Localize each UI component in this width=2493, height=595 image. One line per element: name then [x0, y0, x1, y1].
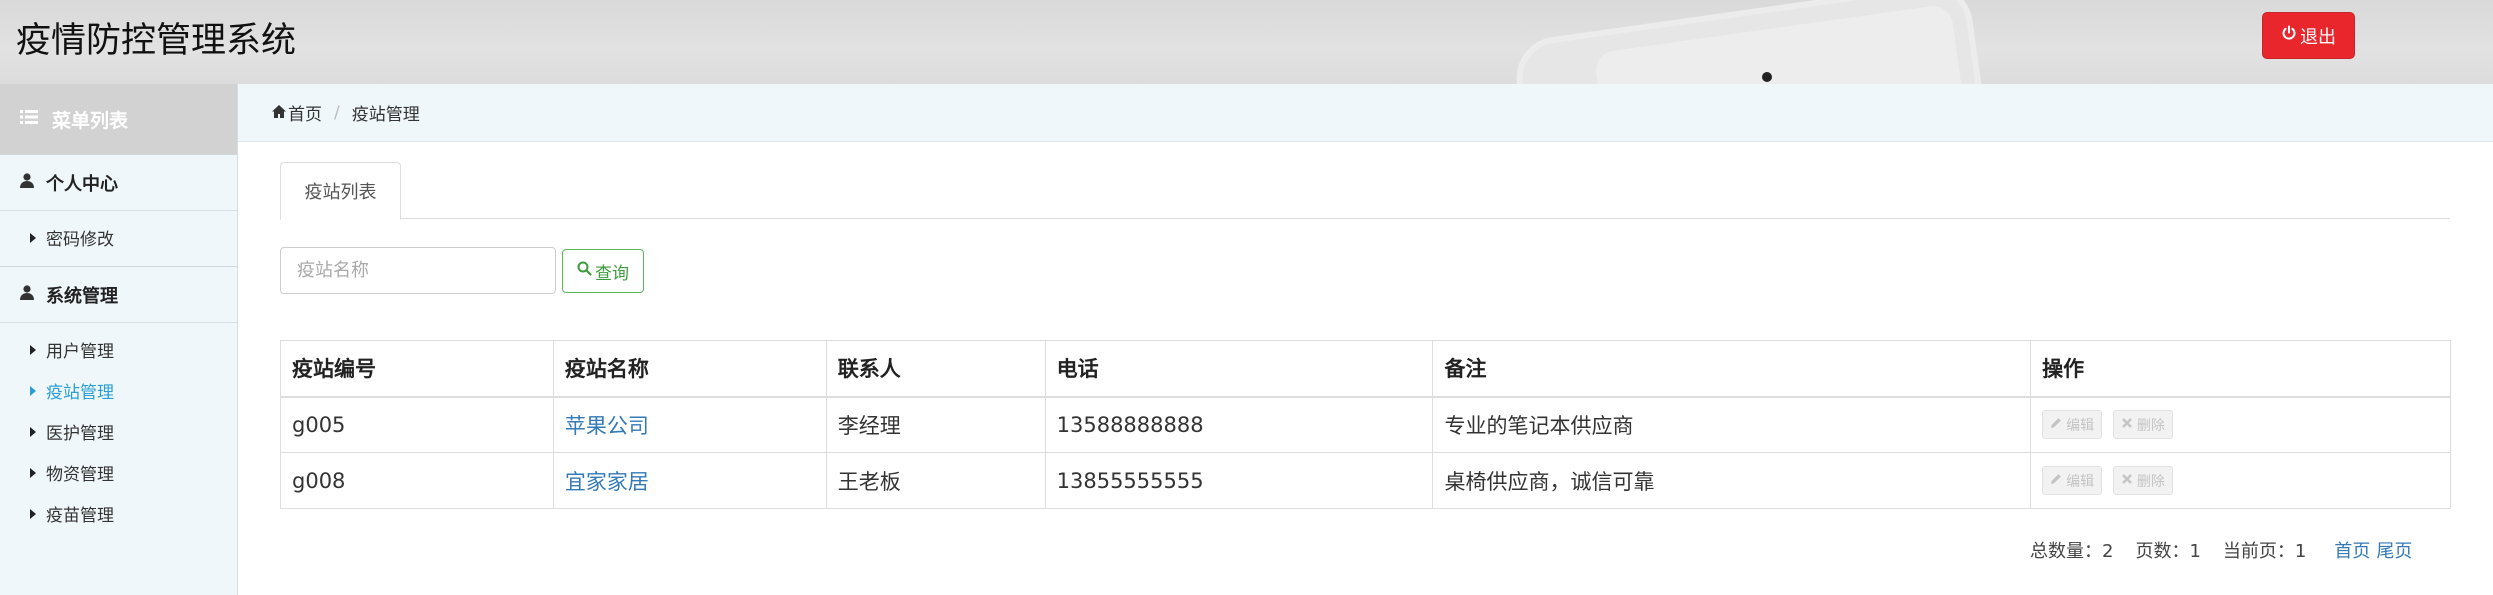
user-icon [20, 172, 34, 193]
sidebar-item-label: 疫站管理 [46, 383, 114, 403]
table-row: g005 苹果公司 李经理 13588888888 专业的笔记本供应商 编辑 删… [280, 396, 2451, 453]
column-header: 疫站编号 [280, 340, 554, 398]
sidebar-title: 菜单列表 [52, 109, 129, 132]
column-header: 联系人 [825, 340, 1046, 398]
caret-right-icon [30, 426, 36, 437]
page-count: 页数：1 [2135, 541, 2201, 562]
caret-right-icon [30, 344, 36, 355]
sidebar-item-stations[interactable]: 疫站管理 [0, 370, 237, 411]
station-id-cell: g008 [280, 452, 554, 509]
breadcrumb-separator: / [334, 102, 340, 123]
top-header: 疫情防控管理系统 退出 [0, 0, 2493, 84]
total-count: 总数量：2 [2030, 541, 2114, 562]
list-icon [20, 108, 38, 130]
power-icon [2281, 25, 2297, 46]
menu-group-label: 个人中心 [46, 173, 118, 195]
sidebar-item-label: 物资管理 [46, 465, 114, 485]
sidebar-item-password[interactable]: 密码修改 [0, 217, 237, 258]
edit-button[interactable]: 编辑 [2042, 410, 2103, 440]
station-name-link[interactable]: 宜家家居 [565, 470, 649, 494]
delete-button[interactable]: 删除 [2112, 410, 2173, 440]
breadcrumb-current: 疫站管理 [351, 105, 420, 125]
home-icon [272, 103, 288, 123]
first-page-link[interactable]: 首页 [2334, 537, 2370, 563]
menu-group-title[interactable]: 个人中心 [0, 155, 237, 211]
edit-button[interactable]: 编辑 [2042, 466, 2103, 495]
caret-right-icon [30, 508, 36, 519]
delete-label: 删除 [2136, 473, 2165, 490]
caret-right-icon [30, 467, 36, 478]
sidebar-header: 菜单列表 [0, 84, 237, 154]
edit-label: 编辑 [2066, 417, 2095, 434]
station-name-search-input[interactable] [280, 247, 556, 294]
pagination: 总数量：2 页数：1 当前页：1 首页 尾页 [2030, 535, 2412, 565]
menu-group-title[interactable]: 系统管理 [0, 267, 237, 323]
phone-cell: 13855555555 [1044, 452, 1434, 509]
close-icon [2121, 473, 2133, 489]
tab-bar: 疫站列表 [280, 162, 2450, 220]
pencil-icon [2050, 417, 2062, 433]
sidebar-item-label: 用户管理 [46, 342, 114, 362]
user-icon [20, 284, 34, 305]
note-cell: 专业的笔记本供应商 [1432, 396, 2032, 453]
sidebar-item-label: 医护管理 [46, 424, 114, 444]
sidebar-item-vaccines[interactable]: 疫苗管理 [0, 493, 237, 534]
last-page-link[interactable]: 尾页 [2376, 537, 2412, 563]
delete-label: 删除 [2136, 417, 2165, 434]
caret-right-icon [30, 232, 36, 243]
caret-right-icon [30, 385, 36, 396]
sidebar-item-medical[interactable]: 医护管理 [0, 411, 237, 452]
sidebar-item-label: 疫苗管理 [46, 506, 114, 526]
column-header: 备注 [1432, 340, 2032, 398]
pencil-icon [2050, 473, 2062, 489]
header-decoration [1762, 72, 1772, 82]
note-cell: 桌椅供应商，诚信可靠 [1432, 452, 2032, 509]
delete-button[interactable]: 删除 [2112, 466, 2173, 495]
column-header: 操作 [2030, 340, 2451, 398]
search-icon [577, 261, 592, 281]
actions-cell: 编辑 删除 [2030, 396, 2451, 453]
breadcrumb-home[interactable]: 首页 [288, 100, 322, 125]
table-header-row: 疫站编号 疫站名称 联系人 电话 备注 操作 [280, 340, 2451, 398]
sidebar: 菜单列表 个人中心 密码修改 系统管理 用户管理 疫站管理 医护管理 物资管理 … [0, 84, 238, 595]
phone-cell: 13588888888 [1044, 396, 1434, 453]
station-id-cell: g005 [280, 396, 554, 453]
tab-station-list[interactable]: 疫站列表 [280, 162, 401, 220]
contact-cell: 李经理 [825, 396, 1046, 453]
table-row: g008 宜家家居 王老板 13855555555 桌椅供应商，诚信可靠 编辑 … [280, 452, 2451, 509]
sidebar-item-label: 密码修改 [46, 230, 114, 250]
station-table: 疫站编号 疫站名称 联系人 电话 备注 操作 g005 苹果公司 李经理 135… [280, 340, 2451, 509]
actions-cell: 编辑 删除 [2030, 452, 2451, 509]
station-name-link[interactable]: 苹果公司 [565, 414, 649, 438]
app-title: 疫情防控管理系统 [16, 21, 297, 61]
edit-label: 编辑 [2066, 473, 2095, 490]
close-icon [2121, 417, 2133, 433]
search-button[interactable]: 查询 [562, 249, 644, 293]
logout-button[interactable]: 退出 [2262, 12, 2355, 59]
menu-group-label: 系统管理 [46, 285, 118, 307]
current-page: 当前页：1 [2222, 541, 2307, 562]
column-header: 疫站名称 [552, 340, 827, 398]
contact-cell: 王老板 [825, 452, 1046, 509]
menu-group-personal: 个人中心 密码修改 [0, 154, 237, 266]
search-button-label: 查询 [595, 263, 629, 284]
menu-group-system: 系统管理 用户管理 疫站管理 医护管理 物资管理 疫苗管理 [0, 266, 237, 542]
sidebar-item-users[interactable]: 用户管理 [0, 329, 237, 370]
logout-label: 退出 [2300, 26, 2336, 48]
station-name-cell: 苹果公司 [552, 396, 827, 453]
sidebar-item-supplies[interactable]: 物资管理 [0, 452, 237, 493]
breadcrumb: 首页 / 疫站管理 [238, 84, 2493, 142]
station-name-cell: 宜家家居 [552, 452, 827, 509]
column-header: 电话 [1044, 340, 1434, 398]
